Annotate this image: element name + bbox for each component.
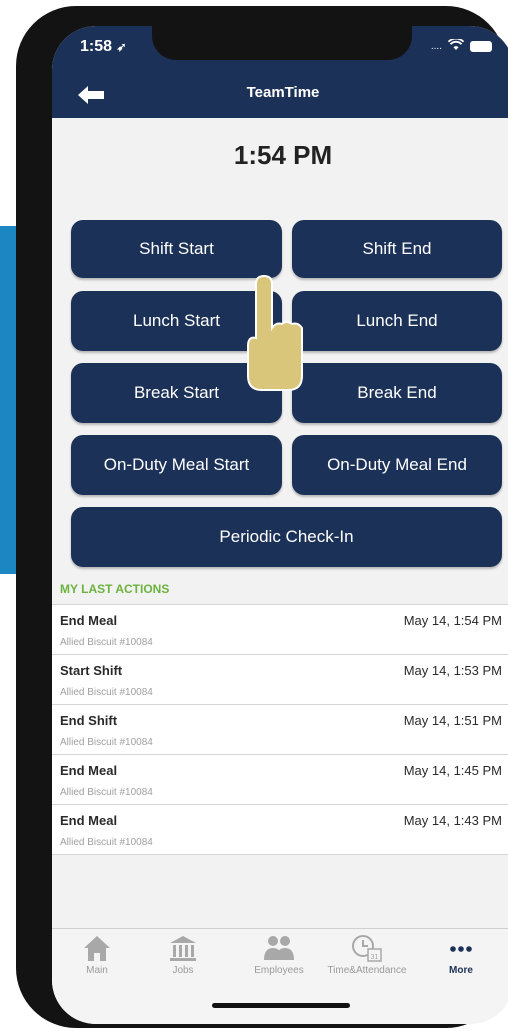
lunch-end-button[interactable]: Lunch End [292, 291, 502, 351]
shift-end-button[interactable]: Shift End [292, 220, 502, 278]
action-location: Allied Biscuit #10084 [60, 737, 153, 748]
house-icon [84, 936, 110, 961]
action-row: End Meal Allied Biscuit #10084 May 14, 1… [52, 605, 508, 655]
break-end-button[interactable]: Break End [292, 363, 502, 423]
action-location: Allied Biscuit #10084 [60, 637, 153, 648]
action-time: May 14, 1:43 PM [403, 813, 502, 828]
bank-icon [170, 936, 196, 961]
action-location: Allied Biscuit #10084 [60, 687, 153, 698]
on-duty-meal-end-button[interactable]: On-Duty Meal End [292, 435, 502, 495]
action-title: End Meal [60, 813, 118, 828]
app-screen: 1:58 ➶ .... TeamTime 1:54 PM Shift Start… [52, 26, 508, 1024]
tab-jobs[interactable]: Jobs [138, 933, 228, 976]
people-icon [264, 936, 294, 960]
last-actions-heading: MY LAST ACTIONS [60, 582, 170, 596]
device-notch [152, 26, 412, 60]
action-title: Start Shift [60, 663, 123, 678]
page-title: TeamTime [246, 84, 320, 101]
tab-label: More [449, 965, 473, 976]
signal-dots: .... [430, 40, 442, 52]
on-duty-meal-start-button[interactable]: On-Duty Meal Start [71, 435, 282, 495]
current-time: 1:54 PM [233, 140, 333, 170]
status-icons: .... [430, 37, 492, 54]
action-time: May 14, 1:51 PM [403, 713, 502, 728]
tab-label: Time&Attendance [327, 965, 407, 976]
action-time: May 14, 1:54 PM [403, 613, 502, 628]
battery-icon [470, 40, 492, 52]
tab-employees[interactable]: Employees [234, 933, 324, 976]
action-row: End Meal Allied Biscuit #10084 May 14, 1… [52, 805, 508, 855]
tab-main[interactable]: Main [52, 933, 142, 976]
action-location: Allied Biscuit #10084 [60, 787, 153, 798]
svg-text:31: 31 [371, 954, 379, 961]
more-dots-icon [450, 946, 472, 952]
action-title: End Meal [60, 763, 118, 778]
tab-label: Jobs [172, 965, 194, 976]
tab-label: Employees [254, 965, 304, 976]
action-title: End Meal [60, 613, 118, 628]
last-actions-list: End Meal Allied Biscuit #10084 May 14, 1… [52, 604, 508, 855]
periodic-check-in-button[interactable]: Periodic Check-In [71, 507, 502, 567]
tab-label: Main [86, 965, 108, 976]
action-row: Start Shift Allied Biscuit #10084 May 14… [52, 655, 508, 705]
phone-frame: 1:58 ➶ .... TeamTime 1:54 PM Shift Start… [16, 6, 508, 1028]
wifi-icon [447, 37, 465, 54]
action-row: End Shift Allied Biscuit #10084 May 14, … [52, 705, 508, 755]
action-time: May 14, 1:45 PM [403, 763, 502, 778]
bottom-tab-bar: Main Jobs Employees 31 Time&Attendance M… [52, 928, 508, 1024]
location-arrow-icon: ➶ [116, 40, 127, 54]
action-title: End Shift [60, 713, 118, 728]
tab-time-attendance[interactable]: 31 Time&Attendance [322, 933, 412, 976]
shift-start-button[interactable]: Shift Start [71, 220, 282, 278]
status-time: 1:58 ➶ [80, 38, 127, 55]
tab-more[interactable]: More [416, 933, 506, 976]
action-location: Allied Biscuit #10084 [60, 837, 153, 848]
clock-calendar-icon: 31 [352, 935, 382, 962]
tap-gesture-hand-icon [242, 272, 312, 401]
action-row: End Meal Allied Biscuit #10084 May 14, 1… [52, 755, 508, 805]
app-header: 1:58 ➶ .... TeamTime [52, 26, 508, 118]
home-indicator [212, 1003, 350, 1008]
action-time: May 14, 1:53 PM [403, 663, 502, 678]
